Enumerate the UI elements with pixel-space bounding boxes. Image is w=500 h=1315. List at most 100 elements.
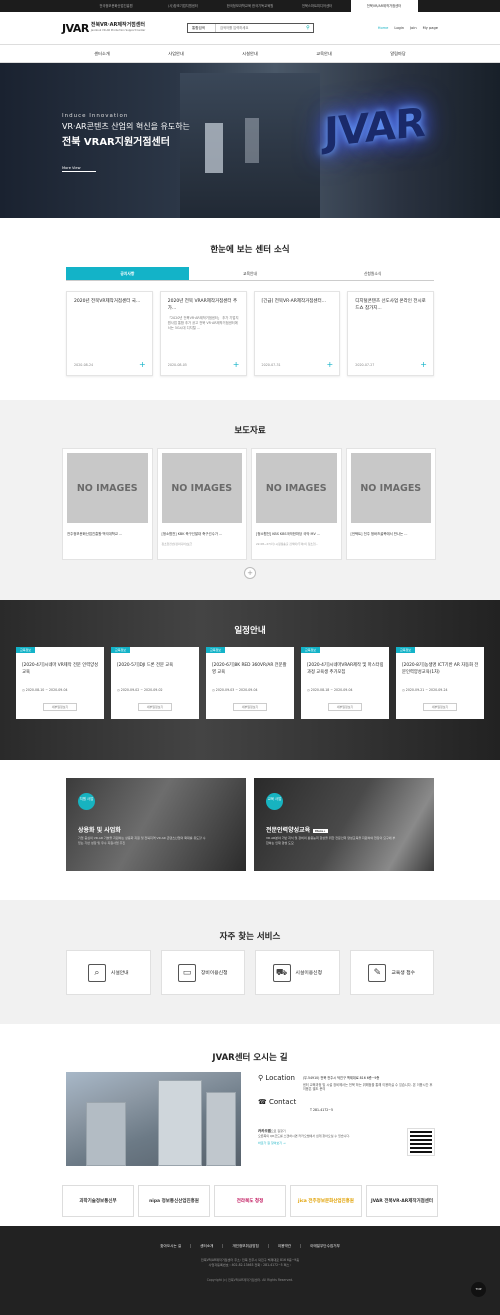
news-card[interactable]: 2020년 전북 VRAR제작거점센터 추가... 「2020년 전북VR·AR… <box>159 291 247 376</box>
hero-more-link[interactable]: More View <box>62 166 96 172</box>
news-card[interactable]: 디지털콘텐츠 선도사업 온라인 전시로드쇼 참가지... 2020-07-27 … <box>347 291 434 376</box>
section-title: 자주 찾는 서비스 <box>219 932 281 942</box>
nav-item-center[interactable]: 센터소개 <box>65 45 139 62</box>
news-card-date: 2020-07-27 <box>355 363 375 367</box>
schedule-detail-button[interactable]: 세부일정보기 <box>328 703 362 711</box>
utility-nav: Home Login Join My page <box>378 26 438 30</box>
section-title: 한눈에 보는 센터 소식 <box>210 245 290 255</box>
tab-applicant[interactable]: 신청원소식 <box>311 267 434 280</box>
login-link[interactable]: Login <box>394 26 404 30</box>
section-title: 보도자료 <box>234 426 266 436</box>
news-card-date: 2020-07-31 <box>261 363 281 367</box>
family-site-link[interactable]: 전국정보문화산업진흥원 <box>83 0 150 12</box>
home-link[interactable]: Home <box>378 26 389 30</box>
schedule-detail-button[interactable]: 세부일정보기 <box>43 703 77 711</box>
schedule-card[interactable]: 교육정보 [2020-5기]DJI 드론 전문 교육 ◷ 2020-09-02 … <box>111 647 199 719</box>
location-section: JVAR센터 오시는 길 ⚲ Location (우.54910) 전북 전주시… <box>0 1024 500 1184</box>
news-card-date: 2020-08-05 <box>167 363 187 367</box>
service-education-signup[interactable]: ✎ 교육생 접수 <box>349 950 434 995</box>
schedule-detail-button[interactable]: 세부일정보기 <box>138 703 172 711</box>
kakao-map-info: 카카오맵으로 길찾기 오른쪽의 QR코드를 스캔하시면 카카오맵에서 쉽게 찾아… <box>258 1129 398 1146</box>
schedule-detail-button[interactable]: 세부일정보기 <box>233 703 267 711</box>
press-list: NO IMAGES 전주정보문화산업진흥원·백석대학교 ... NO IMAGE… <box>62 448 436 560</box>
service-facility-info[interactable]: ⌕ 시설안내 <box>66 950 151 995</box>
family-site-link-active[interactable]: 전북VR/AR제작거점센터 <box>350 0 418 12</box>
press-card-source: 청소협전[실감미디어]보급 <box>161 542 193 546</box>
join-link[interactable]: Join <box>410 26 417 30</box>
plus-icon[interactable]: + <box>139 361 146 369</box>
press-card[interactable]: NO IMAGES [청소협전] KBS KBS국악한마당 국악 MV ... … <box>251 448 342 560</box>
partner-banners: 과학기술정보통신부 nipa 정보통신산업진흥원 전라북도 청정 jica 전주… <box>62 1185 438 1217</box>
footer-copyright: Copyright (c) 전북VR/AR제작거점센터. All Rights … <box>206 1278 294 1282</box>
schedule-tag: 교육정보 <box>206 647 226 653</box>
location-photo <box>66 1072 241 1166</box>
service-label: 시설이용신청 <box>295 971 322 976</box>
schedule-tag: 교육정보 <box>301 647 321 653</box>
hero-banner: JVAR Induce Innovation VR·AR콘텐츠 산업의 혁신을 … <box>0 63 500 218</box>
schedule-title: [2020-8기]농생명 ICT기반 AR 자동화 전문인력양성교육(1차) <box>402 663 479 675</box>
news-card[interactable]: 2020년 전북VR제작거점센터 국... 2020-08-24 + <box>66 291 153 376</box>
search-input[interactable] <box>216 24 303 32</box>
hero-door <box>245 118 259 163</box>
education-signup-icon: ✎ <box>368 963 387 982</box>
nav-item-notice[interactable]: 알림마당 <box>361 45 435 62</box>
service-equipment-request[interactable]: ▭ 장비이용신청 <box>160 950 245 995</box>
promo-card-education[interactable]: 교육 사업 전문인력양성교육 More+ VR·AR분야 기반 지식 및 장비의 … <box>254 778 434 871</box>
press-card[interactable]: NO IMAGES 전주정보문화산업진흥원·백석대학교 ... <box>62 448 153 560</box>
partner-logo-jica[interactable]: jica 전주정보문화산업진흥원 <box>290 1185 362 1217</box>
family-site-bar: 전국정보문화산업진흥원 (사)창조기업지원센터 한국정보과학교육 한국기독교육원… <box>0 0 500 12</box>
press-thumbnail: NO IMAGES <box>350 453 431 523</box>
schedule-card[interactable]: 교육정보 [2020-6기]8K RED 360VR/AR 전문촬영 교육 ◷ … <box>206 647 294 719</box>
footer-link-about[interactable]: 센터소개 <box>191 1244 224 1248</box>
nav-item-education[interactable]: 교육안내 <box>287 45 361 62</box>
news-card-title: [긴급] 전북VR·AR제작거점센터... <box>261 299 326 304</box>
main-nav: 센터소개 사업안내 시설안내 교육안내 알림마당 <box>0 44 500 63</box>
footer-link-email[interactable]: 이메일무단수집거부 <box>301 1244 349 1248</box>
mypage-link[interactable]: My page <box>423 26 438 30</box>
plus-icon[interactable]: + <box>233 361 240 369</box>
partner-logo-nipa[interactable]: nipa 정보통신산업진흥원 <box>138 1185 210 1217</box>
news-card-title: 2020년 전북VR제작거점센터 국... <box>74 299 141 304</box>
schedule-card[interactable]: 교육정보 [2020-4기]시네마VRAR제작 및 마스터링 과정 교육생 추가… <box>301 647 389 719</box>
phone-icon: ☎ <box>258 1097 269 1106</box>
partner-logo-msit[interactable]: 과학기술정보통신부 <box>62 1185 134 1217</box>
promo-card-support[interactable]: 지원 사업 상용화 및 사업화 기업 중심의 VR·AR 기술을 지원하는 상용… <box>66 778 246 871</box>
partner-logo-jvar[interactable]: JVAR 전북VR·AR제작거점센터 <box>366 1185 438 1217</box>
plus-icon[interactable]: + <box>327 361 334 369</box>
schedule-tag: 교육정보 <box>111 647 131 653</box>
logo[interactable]: JVAR 전북VR·AR제작거점센터 Jeonbuk VR·AR Product… <box>62 22 145 35</box>
plus-icon[interactable]: + <box>420 361 427 369</box>
scroll-top-button[interactable]: TOP <box>471 1282 486 1297</box>
footer-link-directions[interactable]: 찾아오시는 길 <box>151 1244 192 1248</box>
press-card[interactable]: NO IMAGES [청소협전] KBK 축구선발대 축구선수가 ... 청소협… <box>156 448 247 560</box>
news-tabs: 공지사항 교육안내 신청원소식 <box>66 267 434 281</box>
service-facility-request[interactable]: ⛟ 시설이용신청 <box>255 950 340 995</box>
promo-more-button[interactable]: More+ <box>313 828 328 833</box>
section-title: JVAR센터 오시는 길 <box>212 1053 288 1063</box>
logo-mark: JVAR <box>62 21 89 35</box>
tab-education[interactable]: 교육안내 <box>189 267 312 280</box>
news-section: 한눈에 보는 센터 소식 공지사항 교육안내 신청원소식 2020년 전북VR제… <box>0 243 500 376</box>
nav-item-business[interactable]: 사업안내 <box>139 45 213 62</box>
footer-link-privacy[interactable]: 개인정보취급방침 <box>223 1244 269 1248</box>
promo-title: 전문인력양성교육 <box>266 827 311 834</box>
schedule-card[interactable]: 교육정보 [2020-8기]농생명 ICT기반 AR 자동화 전문인력양성교육(… <box>396 647 484 719</box>
schedule-title: [2020-5기]DJI 드론 전문 교육 <box>117 663 174 668</box>
search-scope-select[interactable]: 통합검색 <box>188 24 216 32</box>
family-site-link[interactable]: (사)창조기업지원센터 <box>150 0 217 12</box>
news-card[interactable]: [긴급] 전북VR·AR제작거점센터... 2020-07-31 + <box>253 291 341 376</box>
schedule-card[interactable]: 교육정보 [2020-4기]시네마 VR제작 전문 인력양성교육 ◷ 2020-… <box>16 647 104 719</box>
kakao-map-link[interactable]: 바로가 길 찾아보기 → <box>258 1141 398 1146</box>
search-icon[interactable]: ⚲ <box>303 25 313 31</box>
tab-notice[interactable]: 공지사항 <box>66 267 189 280</box>
partner-logo-jeonbuk[interactable]: 전라북도 청정 <box>214 1185 286 1217</box>
family-site-link[interactable]: 한국정보과학교육 한국기독교육원 <box>217 0 284 12</box>
press-more-button[interactable]: + <box>244 567 256 579</box>
schedule-detail-button[interactable]: 세부일정보기 <box>423 703 457 711</box>
family-site-link[interactable]: 전북스마트미디어센터 <box>284 0 351 12</box>
footer-link-terms[interactable]: 이용약관 <box>269 1244 302 1248</box>
nav-item-facility[interactable]: 시설안내 <box>213 45 287 62</box>
footer: 찾아오시는 길 센터소개 개인정보취급방침 이용약관 이메일무단수집거부 전북V… <box>0 1226 500 1315</box>
promo-desc: 기업 중심의 VR·AR 기술을 지원하는 상용화 지원 및 전북지역 VR·A… <box>78 836 206 845</box>
press-card[interactable]: NO IMAGES [언택트] 전주 청바즈골목에서 만나는 ... <box>345 448 436 560</box>
